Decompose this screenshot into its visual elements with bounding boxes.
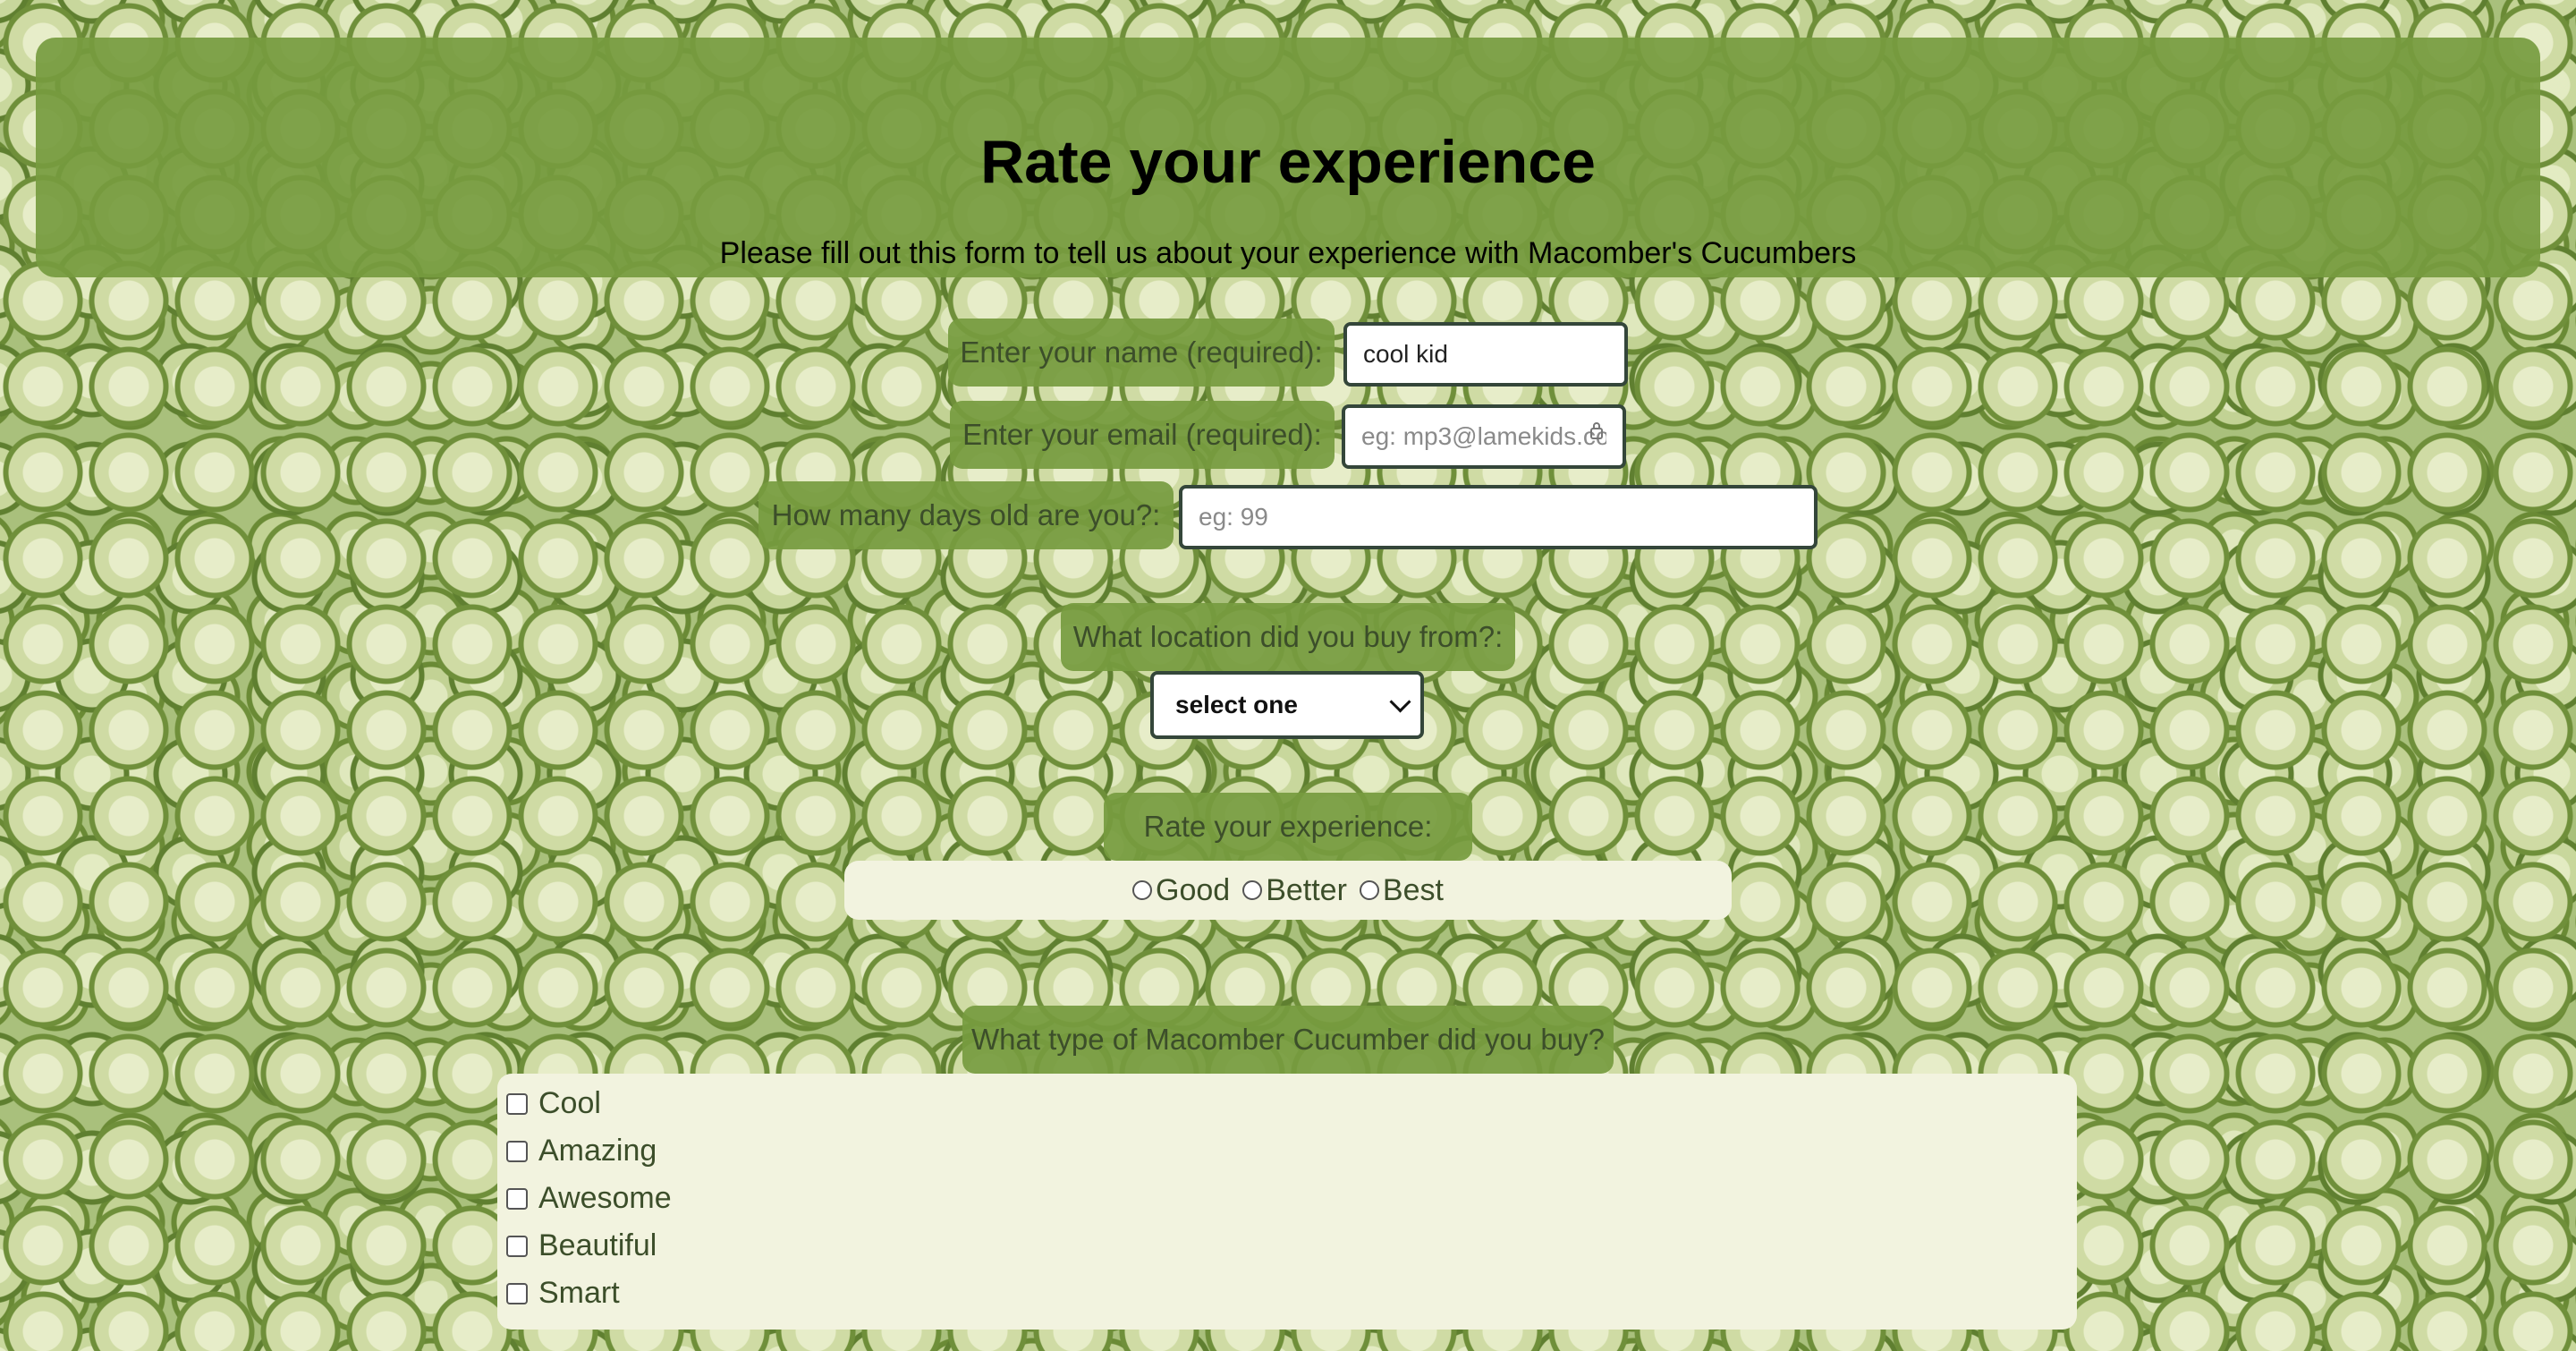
checkbox-awesome-label: Awesome	[538, 1181, 672, 1215]
radio-better-label: Better	[1266, 872, 1347, 907]
location-select[interactable]: select one	[1150, 671, 1424, 739]
key-icon[interactable]	[1589, 421, 1605, 440]
checkbox-beautiful-label: Beautiful	[538, 1228, 657, 1262]
radio-good[interactable]	[1132, 880, 1153, 900]
type-panel: Cool Amazing Awesome Beautiful Smart	[497, 1074, 2077, 1330]
age-input[interactable]	[1179, 485, 1818, 549]
type-option-amazing[interactable]: Amazing	[506, 1134, 657, 1168]
rating-label: Rate your experience:	[1104, 793, 1472, 861]
checkbox-beautiful[interactable]	[506, 1235, 528, 1257]
checkbox-amazing-label: Amazing	[538, 1134, 657, 1168]
checkbox-amazing[interactable]	[506, 1140, 528, 1162]
name-input[interactable]	[1343, 322, 1628, 387]
page-header: Rate your experience Please fill out thi…	[36, 38, 2540, 277]
rating-option-best[interactable]: Best	[1359, 872, 1444, 908]
type-option-beautiful[interactable]: Beautiful	[506, 1228, 657, 1263]
location-label: What location did you buy from?:	[1061, 603, 1515, 671]
page-title: Rate your experience	[980, 128, 1596, 196]
checkbox-cool-label: Cool	[538, 1086, 601, 1120]
page-subtitle: Please fill out this form to tell us abo…	[719, 236, 1857, 270]
rating-options: Good Better Best	[844, 861, 1732, 920]
checkbox-awesome[interactable]	[506, 1187, 528, 1210]
rating-option-better[interactable]: Better	[1242, 873, 1347, 908]
email-input[interactable]	[1342, 404, 1626, 469]
type-label: What type of Macomber Cucumber did you b…	[962, 1006, 1614, 1074]
chevron-down-icon	[1389, 691, 1411, 713]
radio-best[interactable]	[1359, 880, 1379, 900]
checkbox-cool[interactable]	[506, 1092, 528, 1115]
type-option-cool[interactable]: Cool	[506, 1086, 601, 1121]
rating-option-good[interactable]: Good	[1132, 873, 1230, 908]
radio-best-label: Best	[1382, 872, 1444, 907]
checkbox-smart-label: Smart	[538, 1276, 620, 1310]
location-select-value: select one	[1175, 691, 1298, 718]
checkbox-smart[interactable]	[506, 1282, 528, 1304]
type-option-awesome[interactable]: Awesome	[506, 1181, 672, 1216]
name-label: Enter your name (required):	[948, 319, 1335, 387]
age-label: How many days old are you?:	[758, 481, 1174, 549]
email-label: Enter your email (required):	[950, 401, 1335, 469]
radio-better[interactable]	[1242, 880, 1263, 900]
type-option-smart[interactable]: Smart	[506, 1276, 620, 1311]
radio-good-label: Good	[1156, 872, 1231, 907]
